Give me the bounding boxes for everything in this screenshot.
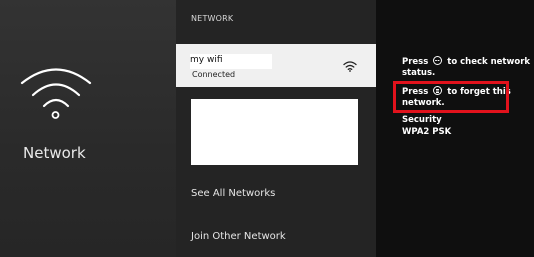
see-all-networks-item[interactable]: See All Networks [191, 188, 275, 199]
wifi-signal-icon [343, 61, 357, 72]
security-value: WPA2 PSK [402, 127, 452, 137]
wifi-icon [20, 68, 92, 119]
network-status: Connected [192, 70, 236, 79]
check-status-hint: Press to check network status. [402, 56, 531, 78]
security-label: Security [402, 115, 442, 125]
info-panel [376, 0, 534, 257]
highlight-box [393, 81, 509, 113]
network-list-item-blank[interactable] [191, 99, 358, 165]
network-list-item-selected[interactable]: my wifi Connected [176, 44, 376, 87]
section-header: NETWORK [191, 14, 234, 23]
join-other-network-item[interactable]: Join Other Network [191, 231, 286, 242]
network-ssid: my wifi [190, 55, 223, 65]
page-title: Network [23, 144, 86, 162]
play-pause-button-icon [433, 56, 443, 65]
sidebar-panel: Network [0, 0, 176, 257]
